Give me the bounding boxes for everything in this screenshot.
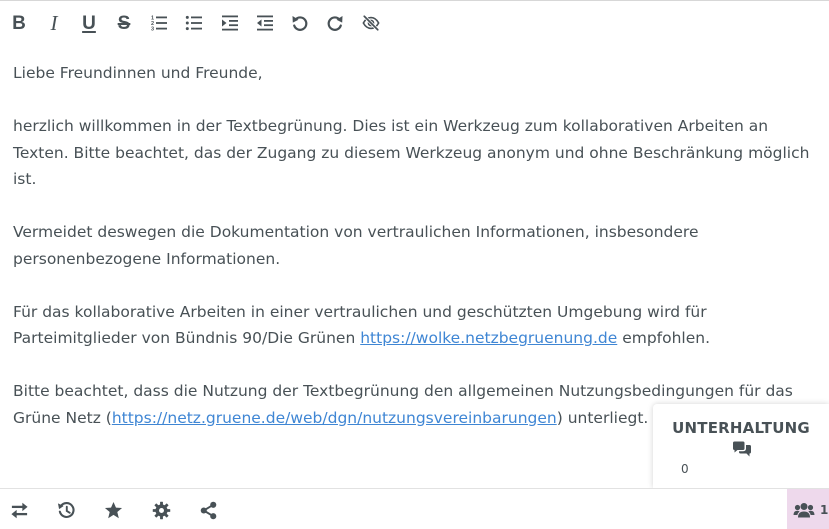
- users-button[interactable]: 1: [787, 489, 829, 529]
- undo-button[interactable]: [286, 8, 314, 38]
- users-count: 1: [820, 502, 829, 517]
- bullet-list-icon: [185, 15, 202, 31]
- outdent-button[interactable]: [251, 8, 279, 38]
- privacy-paragraph: Vermeidet deswegen die Dokumentation von…: [13, 223, 699, 268]
- bold-icon: B: [12, 12, 26, 34]
- document-editor[interactable]: Liebe Freundinnen und Freunde, herzlich …: [13, 60, 823, 458]
- conversation-count: 0: [681, 462, 689, 476]
- redo-icon: [327, 16, 343, 31]
- strikethrough-button[interactable]: S: [110, 8, 138, 38]
- terms-link[interactable]: https://netz.gruene.de/web/dgn/nutzungsv…: [112, 409, 557, 427]
- undo-icon: [292, 16, 308, 31]
- eye-slash-icon: [362, 15, 380, 31]
- comments-icon: [733, 441, 751, 457]
- share-icon: [200, 501, 216, 519]
- author-colors-toggle-button[interactable]: [357, 8, 385, 38]
- import-export-button[interactable]: [8, 499, 30, 521]
- underline-button[interactable]: U: [75, 8, 103, 38]
- star-icon: [104, 501, 122, 518]
- bullet-list-button[interactable]: [180, 8, 208, 38]
- ordered-list-button[interactable]: 123: [145, 8, 173, 38]
- terms-text-end: ) unterliegt.: [556, 408, 649, 427]
- redo-button[interactable]: [321, 8, 349, 38]
- settings-button[interactable]: [150, 499, 172, 521]
- history-icon: [57, 501, 75, 518]
- recommendation-paragraph: Für das kollaborative Arbeiten in einer …: [13, 299, 823, 352]
- greeting-paragraph: Liebe Freundinnen und Freunde,: [13, 64, 263, 82]
- users-icon: [793, 502, 815, 517]
- exchange-icon: [10, 502, 28, 518]
- bottom-toolbar: 1: [0, 488, 829, 529]
- conversation-panel[interactable]: UNTERHALTUNG 0: [653, 404, 829, 488]
- gear-icon: [152, 501, 170, 519]
- svg-text:3: 3: [151, 27, 154, 32]
- save-revision-button[interactable]: [102, 499, 124, 521]
- indent-icon: [222, 15, 238, 31]
- bold-button[interactable]: B: [5, 8, 33, 38]
- indent-button[interactable]: [216, 8, 244, 38]
- italic-button[interactable]: I: [40, 8, 68, 38]
- conversation-title: UNTERHALTUNG: [672, 419, 810, 437]
- formatting-toolbar: B I U S 123: [0, 4, 829, 42]
- ordered-list-icon: 123: [151, 16, 167, 32]
- wolke-link[interactable]: https://wolke.netzbegruenung.de: [360, 329, 617, 347]
- recommendation-text-end: empfohlen.: [617, 329, 711, 347]
- editor-app: B I U S 123 Liebe Freundinnen und Freund…: [0, 0, 829, 529]
- top-divider: [0, 0, 829, 1]
- timeslider-button[interactable]: [55, 499, 77, 521]
- share-button[interactable]: [197, 499, 219, 521]
- welcome-paragraph: herzlich willkommen in der Textbegrünung…: [13, 117, 810, 188]
- strikethrough-icon: S: [117, 12, 131, 34]
- underline-icon: U: [82, 12, 96, 34]
- italic-icon: I: [50, 10, 58, 35]
- outdent-icon: [257, 15, 273, 31]
